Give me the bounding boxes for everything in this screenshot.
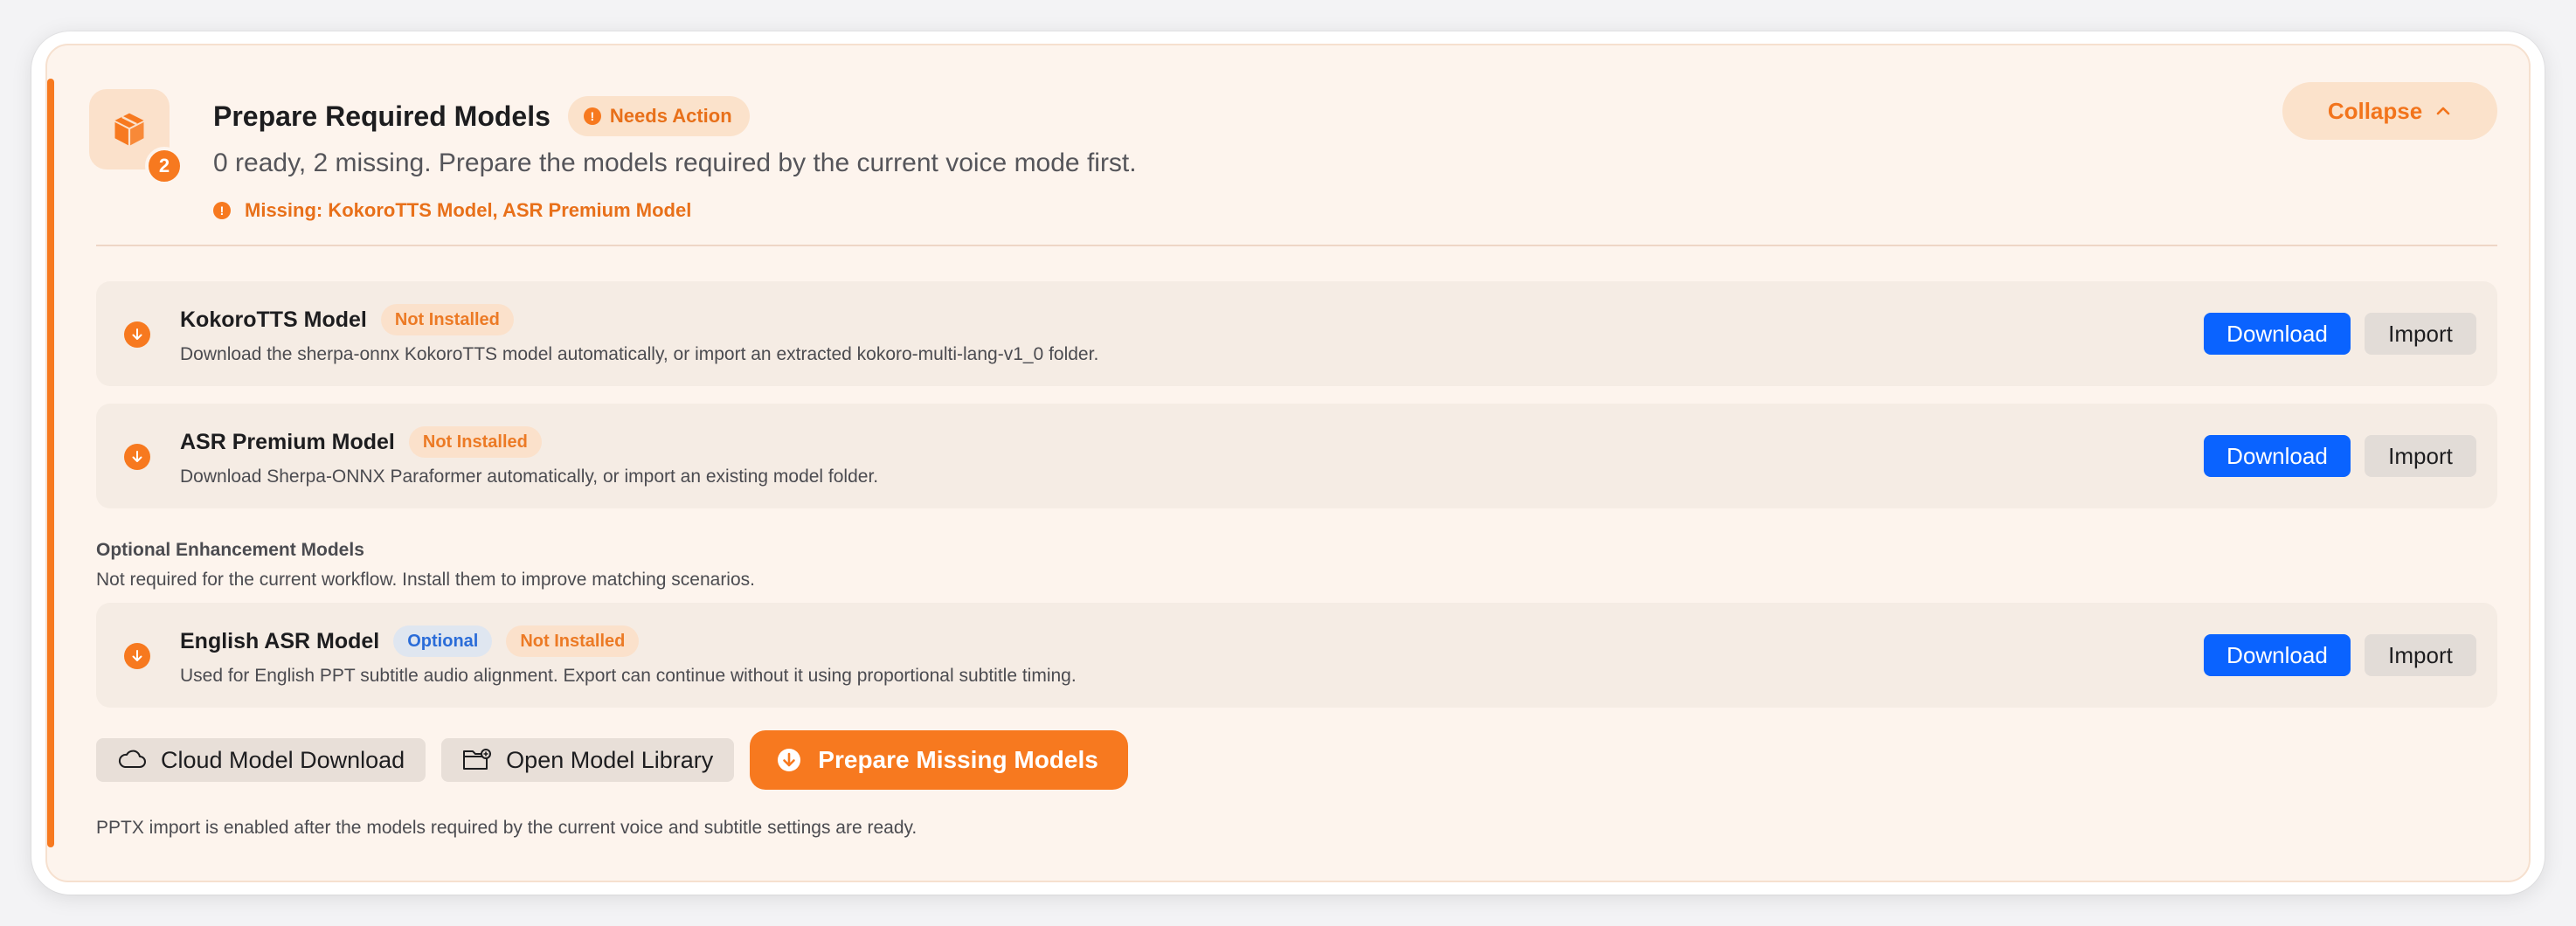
collapse-label: Collapse bbox=[2327, 97, 2423, 124]
exclamation-circle-icon: ! bbox=[213, 202, 231, 219]
missing-models-note: ! Missing: KokoroTTS Model, ASR Premium … bbox=[213, 199, 691, 222]
model-description: Download Sherpa-ONNX Paraformer automati… bbox=[180, 466, 879, 487]
model-actions: Download Import bbox=[2204, 435, 2476, 477]
open-model-library-button[interactable]: Open Model Library bbox=[441, 738, 735, 782]
package-icon bbox=[114, 113, 144, 146]
model-description: Used for English PPT subtitle audio alig… bbox=[180, 666, 1077, 686]
status-badge: Not Installed bbox=[506, 625, 640, 657]
collapse-button[interactable]: Collapse bbox=[2282, 82, 2497, 140]
status-badge-label: Needs Action bbox=[609, 105, 732, 127]
model-row-head: ASR Premium Model Not Installed bbox=[180, 426, 542, 458]
cloud-icon bbox=[118, 750, 146, 768]
footer-note: PPTX import is enabled after the models … bbox=[96, 818, 918, 838]
arrow-down-circle-icon bbox=[124, 321, 150, 348]
exclamation-circle-icon: ! bbox=[583, 107, 601, 125]
optional-section-title: Optional Enhancement Models bbox=[96, 540, 364, 560]
prepare-missing-models-label: Prepare Missing Models bbox=[818, 746, 1098, 773]
cloud-model-download-button[interactable]: Cloud Model Download bbox=[96, 738, 426, 782]
model-row-kokorotts: KokoroTTS Model Not Installed Download t… bbox=[96, 281, 2497, 386]
missing-models-text: Missing: KokoroTTS Model, ASR Premium Mo… bbox=[245, 199, 692, 221]
page-title: Prepare Required Models bbox=[213, 100, 551, 132]
import-button[interactable]: Import bbox=[2365, 435, 2476, 477]
model-name: English ASR Model bbox=[180, 628, 380, 653]
folder-open-icon bbox=[463, 749, 492, 770]
status-badge: Not Installed bbox=[408, 426, 542, 458]
model-row-english-asr: English ASR Model Optional Not Installed… bbox=[96, 603, 2497, 708]
app-window: 2 Prepare Required Models ! Needs Action… bbox=[31, 31, 2545, 895]
bottom-actions: Cloud Model Download Open Model Library … bbox=[96, 730, 1128, 790]
import-button[interactable]: Import bbox=[2365, 313, 2476, 355]
summary-text: 0 ready, 2 missing. Prepare the models r… bbox=[213, 149, 1137, 177]
optional-badge: Optional bbox=[393, 625, 493, 657]
model-name: KokoroTTS Model bbox=[180, 307, 367, 332]
arrow-down-circle-icon bbox=[778, 749, 801, 771]
model-row-asr-premium: ASR Premium Model Not Installed Download… bbox=[96, 404, 2497, 508]
divider bbox=[96, 245, 2497, 246]
cloud-model-download-label: Cloud Model Download bbox=[161, 746, 405, 773]
missing-count-badge: 2 bbox=[145, 147, 184, 185]
arrow-down-circle-icon bbox=[124, 444, 150, 470]
model-row-head: KokoroTTS Model Not Installed bbox=[180, 304, 514, 335]
status-badge: Not Installed bbox=[380, 304, 514, 335]
optional-section-description: Not required for the current workflow. I… bbox=[96, 570, 755, 590]
open-model-library-label: Open Model Library bbox=[506, 746, 714, 773]
chevron-up-icon bbox=[2436, 107, 2450, 115]
header-title-row: Prepare Required Models ! Needs Action bbox=[213, 96, 750, 136]
arrow-down-circle-icon bbox=[124, 643, 150, 669]
accent-bar bbox=[47, 79, 54, 847]
model-name: ASR Premium Model bbox=[180, 429, 395, 454]
prepare-missing-models-button[interactable]: Prepare Missing Models bbox=[750, 730, 1128, 790]
download-button[interactable]: Download bbox=[2204, 435, 2351, 477]
download-button[interactable]: Download bbox=[2204, 313, 2351, 355]
model-actions: Download Import bbox=[2204, 313, 2476, 355]
model-row-head: English ASR Model Optional Not Installed bbox=[180, 625, 640, 657]
prepare-models-card: 2 Prepare Required Models ! Needs Action… bbox=[45, 44, 2531, 882]
import-button[interactable]: Import bbox=[2365, 634, 2476, 676]
status-badge: ! Needs Action bbox=[567, 96, 750, 136]
model-actions: Download Import bbox=[2204, 634, 2476, 676]
download-button[interactable]: Download bbox=[2204, 634, 2351, 676]
model-description: Download the sherpa-onnx KokoroTTS model… bbox=[180, 344, 1099, 364]
